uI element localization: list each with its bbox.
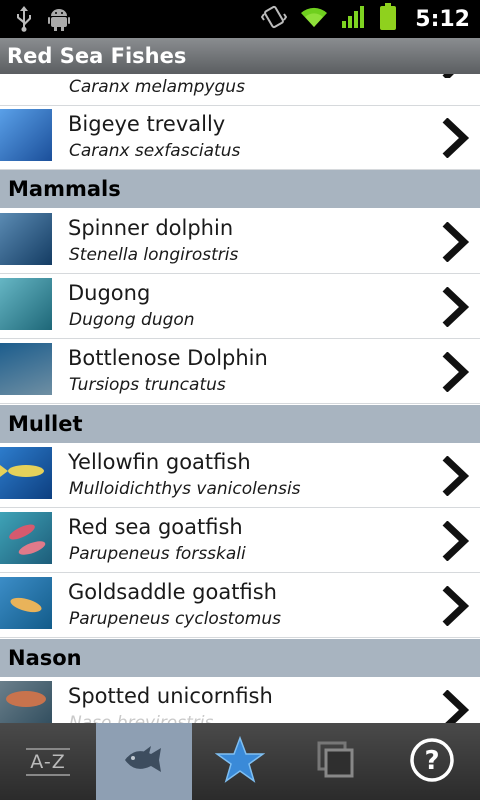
fish-thumbnail [0, 278, 52, 330]
app-title: Red Sea Fishes [7, 44, 187, 68]
species-scientific-name: Parupeneus cyclostomus [69, 609, 281, 629]
fish-thumbnail [0, 681, 52, 723]
species-name: Spinner dolphin [68, 216, 234, 240]
chevron-right-icon [442, 287, 470, 327]
chevron-right-icon [442, 690, 470, 723]
fish-icon [121, 742, 167, 782]
chevron-right-icon [442, 222, 470, 262]
fish-thumbnail [0, 213, 52, 265]
species-list[interactable]: Caranx melampygus Bigeye trevally Caranx… [0, 74, 480, 723]
status-clock: 5:12 [415, 6, 470, 32]
species-name: Red sea goatfish [68, 515, 243, 539]
fish-thumbnail [0, 109, 52, 161]
tab-families[interactable] [96, 723, 192, 800]
section-header-mammals: Mammals [0, 170, 480, 208]
bottom-tab-bar: A-Z ? [0, 723, 480, 800]
chevron-right-icon [442, 118, 470, 158]
signal-icon [341, 5, 367, 33]
star-icon [214, 735, 266, 788]
species-scientific-name: Dugong dugon [69, 310, 195, 330]
chevron-right-icon [442, 352, 470, 392]
status-bar: 5:12 [0, 0, 480, 38]
species-name: Dugong [68, 281, 151, 305]
fish-thumbnail [0, 577, 52, 629]
android-debug-icon [48, 7, 70, 35]
list-item[interactable]: Bigeye trevally Caranx sexfasciatus [0, 106, 480, 170]
tab-favorites[interactable] [192, 723, 288, 800]
list-item[interactable]: Dugong Dugong dugon [0, 275, 480, 339]
species-name: Spotted unicornfish [68, 684, 273, 708]
list-item[interactable]: Goldsaddle goatfish Parupeneus cyclostom… [0, 574, 480, 638]
help-icon: ? [409, 737, 455, 787]
species-scientific-name: Stenella longirostris [69, 245, 239, 265]
section-header-mullet: Mullet [0, 405, 480, 443]
tab-gallery[interactable] [288, 723, 384, 800]
a-z-icon: A-Z [26, 747, 70, 776]
chevron-right-icon [442, 586, 470, 626]
species-scientific-name: Naso brevirostris [69, 713, 214, 723]
tab-a-z[interactable]: A-Z [0, 723, 96, 800]
species-scientific-name: Caranx melampygus [69, 77, 245, 97]
species-scientific-name: Caranx sexfasciatus [69, 141, 241, 161]
fish-thumbnail [0, 512, 52, 564]
species-scientific-name: Tursiops truncatus [69, 375, 226, 395]
species-name: Bigeye trevally [68, 112, 226, 136]
vibrate-icon [261, 4, 288, 34]
tab-help[interactable]: ? [384, 723, 480, 800]
section-header-nason: Nason [0, 639, 480, 677]
species-scientific-name: Parupeneus forsskali [69, 544, 246, 564]
battery-icon [379, 3, 397, 35]
species-name: Goldsaddle goatfish [68, 580, 277, 604]
wifi-icon [299, 5, 329, 33]
species-scientific-name: Mulloidichthys vanicolensis [69, 479, 301, 499]
list-item[interactable]: Caranx melampygus [0, 74, 480, 106]
app-title-bar: Red Sea Fishes [0, 38, 480, 74]
svg-text:?: ? [424, 746, 439, 776]
list-item[interactable]: Yellowfin goatfish Mulloidichthys vanico… [0, 444, 480, 508]
list-item[interactable]: Bottlenose Dolphin Tursiops truncatus [0, 340, 480, 404]
fish-thumbnail [0, 447, 52, 499]
copy-windows-icon [316, 740, 356, 784]
fish-thumbnail [0, 343, 52, 395]
species-name: Bottlenose Dolphin [68, 346, 268, 370]
chevron-right-icon [442, 74, 454, 78]
list-item[interactable]: Red sea goatfish Parupeneus forsskali [0, 509, 480, 573]
list-item[interactable]: Spinner dolphin Stenella longirostris [0, 210, 480, 274]
usb-icon [14, 6, 34, 36]
chevron-right-icon [442, 521, 470, 561]
species-name: Yellowfin goatfish [68, 450, 251, 474]
chevron-right-icon [442, 456, 470, 496]
list-item[interactable]: Spotted unicornfish Naso brevirostris [0, 678, 480, 723]
